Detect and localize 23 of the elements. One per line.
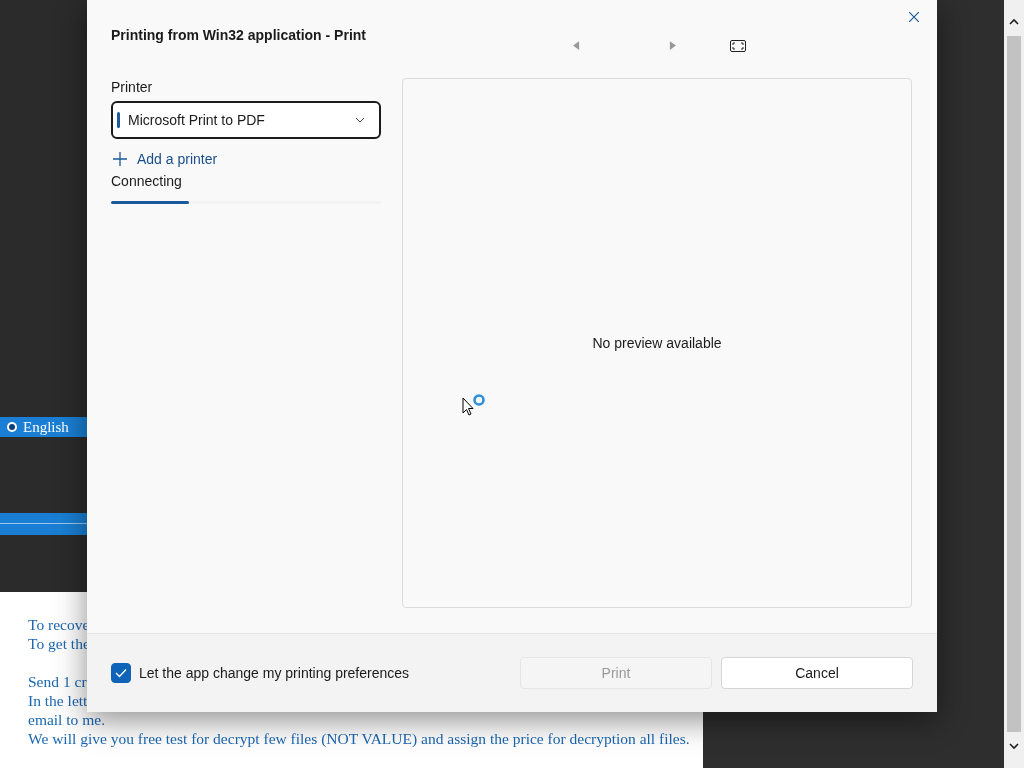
status-text: Connecting [111, 173, 183, 189]
document-text: Send 1 cr [28, 673, 87, 692]
document-text: email to me. [28, 711, 106, 730]
preview-message: No preview available [592, 335, 722, 351]
plus-icon [113, 152, 127, 166]
checkbox-icon[interactable] [111, 663, 131, 683]
next-page-icon[interactable] [669, 41, 676, 50]
document-text: In the lett [28, 692, 88, 711]
scrollbar[interactable] [1004, 0, 1024, 768]
add-printer-link[interactable]: Add a printer [111, 151, 218, 167]
document-text: We will give you free test for decrypt few files (NOT VALUE) and assign the price for decryption all files. [28, 730, 690, 749]
chevron-down-icon [355, 117, 365, 123]
dialog-button[interactable]: Cancel [721, 657, 913, 689]
dialog-title: Printing from Win32 application - Print [111, 27, 367, 43]
printer-dropdown[interactable]: Microsoft Print to PDF [111, 101, 381, 139]
close-icon[interactable] [909, 12, 919, 22]
preferences-checkbox[interactable]: Let the app change my printing preferences [111, 663, 410, 683]
fullscreen-icon[interactable] [730, 40, 746, 52]
printer-label: Printer [111, 79, 154, 95]
scroll-down-icon[interactable] [1008, 740, 1020, 752]
previous-page-icon[interactable] [573, 41, 580, 50]
language-option[interactable]: English [0, 417, 87, 437]
busy-cursor-icon [462, 394, 488, 418]
